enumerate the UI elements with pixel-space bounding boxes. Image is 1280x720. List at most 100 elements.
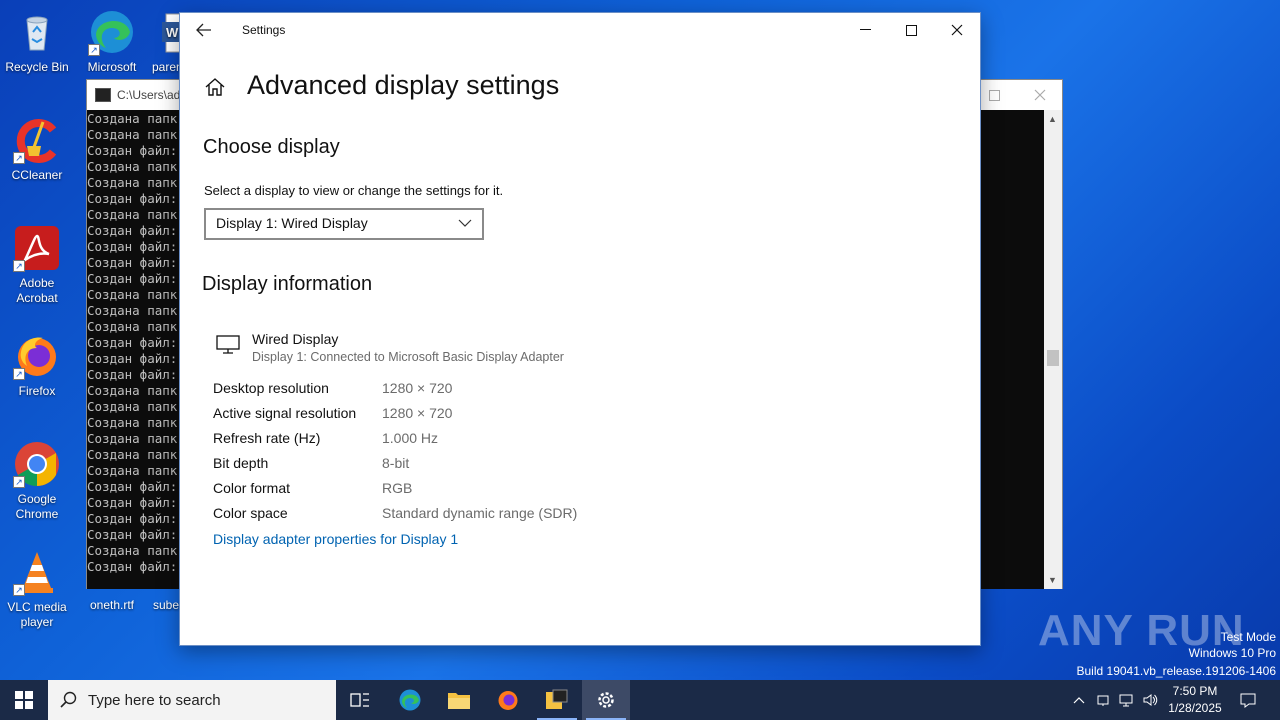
scrollbar-thumb[interactable]	[1047, 350, 1059, 366]
maximize-button[interactable]	[888, 13, 934, 47]
choose-display-description: Select a display to view or change the s…	[204, 183, 504, 198]
info-row-color-space: Color space Standard dynamic range (SDR)	[213, 505, 713, 525]
search-icon	[60, 691, 77, 708]
desktop-icon-adobe-acrobat[interactable]: ↗ Adobe Acrobat	[0, 224, 74, 306]
taskbar-firefox[interactable]	[484, 680, 532, 720]
adobe-acrobat-icon: ↗	[13, 224, 61, 272]
info-key: Color format	[213, 480, 291, 496]
task-view-button[interactable]	[336, 680, 384, 720]
desktop-icon-edge[interactable]: ↗ Microsoft Edge	[75, 8, 149, 72]
chrome-icon: ↗	[13, 440, 61, 488]
desktop-icon-subel[interactable]: subel	[140, 598, 180, 613]
notification-icon	[1240, 693, 1256, 708]
info-key: Desktop resolution	[213, 380, 329, 396]
console-scrollbar[interactable]: ▲ ▼	[1044, 110, 1062, 589]
display-information-heading: Display information	[202, 273, 373, 295]
desktop-icon-oneth[interactable]: oneth.rtf	[75, 598, 149, 613]
tray-volume[interactable]	[1140, 680, 1162, 720]
clock-date: 1/28/2025	[1168, 701, 1222, 715]
desktop-icon-ccleaner[interactable]: ↗ CCleaner	[0, 116, 74, 183]
taskbar-settings[interactable]	[582, 680, 630, 720]
info-row-color-format: Color format RGB	[213, 480, 713, 500]
windows-edition-text: Windows 10 Pro	[1188, 646, 1276, 660]
display-adapter-properties-link[interactable]: Display adapter properties for Display 1	[213, 531, 458, 547]
edge-icon	[399, 689, 421, 711]
svg-text:W: W	[166, 25, 179, 40]
taskbar-clock[interactable]: 7:50 PM 1/28/2025	[1162, 683, 1228, 717]
network-icon	[1119, 694, 1133, 707]
start-button[interactable]	[0, 680, 48, 720]
desktop-icon-firefox[interactable]: ↗ Firefox	[0, 332, 74, 399]
desktop-icon-label: Microsoft Edge	[87, 60, 137, 72]
firefox-icon	[498, 691, 518, 710]
settings-titlebar[interactable]: Settings	[180, 13, 980, 47]
display-select-value: Display 1: Wired Display	[216, 215, 368, 231]
window-title: Settings	[242, 23, 286, 37]
home-icon[interactable]	[204, 76, 226, 98]
desktop-icon-chrome[interactable]: ↗ Google Chrome	[0, 440, 74, 522]
info-value: 1280 × 720	[382, 380, 453, 396]
close-button[interactable]	[934, 13, 980, 47]
show-hidden-icons-button[interactable]	[1068, 680, 1090, 720]
choose-display-heading: Choose display	[203, 136, 340, 158]
desktop-icon-paren[interactable]: W paren	[140, 8, 182, 78]
info-key: Bit depth	[213, 455, 269, 471]
info-row-desktop-resolution: Desktop resolution 1280 × 720	[213, 380, 713, 400]
info-value: 8-bit	[382, 455, 410, 471]
tray-network[interactable]	[1116, 680, 1138, 720]
monitor-icon	[216, 335, 240, 355]
taskbar-edge[interactable]	[386, 680, 434, 720]
tray-device-icon[interactable]	[1092, 680, 1114, 720]
shortcut-arrow-icon: ↗	[13, 368, 25, 380]
shortcut-arrow-icon: ↗	[13, 584, 25, 596]
taskbar-file-explorer[interactable]	[435, 680, 483, 720]
test-mode-text: Test Mode	[1220, 630, 1276, 644]
info-key: Refresh rate (Hz)	[213, 430, 321, 446]
gear-icon	[598, 692, 614, 708]
shortcut-arrow-icon: ↗	[13, 476, 25, 488]
settings-window[interactable]: Settings Advanced display settings Choos…	[179, 12, 981, 646]
desktop-icon-label: Firefox	[18, 384, 56, 398]
info-row-bit-depth: Bit depth 8-bit	[213, 455, 713, 475]
shortcut-arrow-icon: ↗	[13, 260, 25, 272]
info-key: Active signal resolution	[213, 405, 357, 421]
scroll-up-icon[interactable]: ▲	[1048, 114, 1057, 124]
recycle-bin-icon	[13, 8, 61, 56]
minimize-button[interactable]	[842, 13, 888, 47]
task-view-icon	[350, 693, 369, 707]
shortcut-arrow-icon: ↗	[13, 152, 25, 164]
speaker-icon	[1143, 694, 1158, 706]
desktop-icon-label: Adobe Acrobat	[16, 276, 58, 305]
device-icon	[1097, 695, 1109, 706]
desktop-icon-label: Recycle Bin	[5, 60, 69, 74]
info-value: 1.000 Hz	[382, 430, 439, 446]
desktop-icon-vlc[interactable]: ↗ VLC media player	[0, 548, 74, 630]
taskbar: Type here to search 7:50 PM 1/28/2025	[0, 680, 1280, 720]
chevron-down-icon	[458, 219, 472, 227]
desktop-icon-recycle-bin[interactable]: Recycle Bin	[0, 8, 74, 75]
page-title: Advanced display settings	[247, 70, 560, 100]
action-center-button[interactable]	[1234, 680, 1262, 720]
shortcut-arrow-icon: ↗	[88, 44, 100, 56]
console-close-button[interactable]	[1017, 80, 1063, 110]
back-button[interactable]	[180, 13, 228, 47]
build-text: Build 19041.vb_release.191206-1406	[1076, 664, 1277, 678]
vlc-cone-icon: ↗	[13, 548, 61, 596]
taskbar-search-box[interactable]: Type here to search	[48, 680, 336, 720]
info-row-active-signal-resolution: Active signal resolution 1280 × 720	[213, 405, 713, 425]
desktop-icon-label: VLC media player	[7, 600, 67, 629]
chevron-up-icon	[1073, 697, 1085, 704]
display-select[interactable]: Display 1: Wired Display	[204, 208, 484, 240]
windows-logo-icon	[15, 691, 33, 709]
display-name: Wired Display	[252, 331, 339, 347]
folder-icon	[448, 693, 470, 709]
taskbar-console[interactable]	[533, 680, 581, 720]
firefox-icon: ↗	[13, 332, 61, 380]
console-app-icon	[546, 689, 568, 709]
info-value: 1280 × 720	[382, 405, 453, 421]
info-key: Color space	[213, 505, 288, 521]
console-app-icon	[95, 88, 111, 102]
scroll-down-icon[interactable]: ▼	[1048, 575, 1057, 585]
desktop-icon-label: paren	[152, 60, 182, 74]
ccleaner-icon: ↗	[13, 116, 61, 164]
